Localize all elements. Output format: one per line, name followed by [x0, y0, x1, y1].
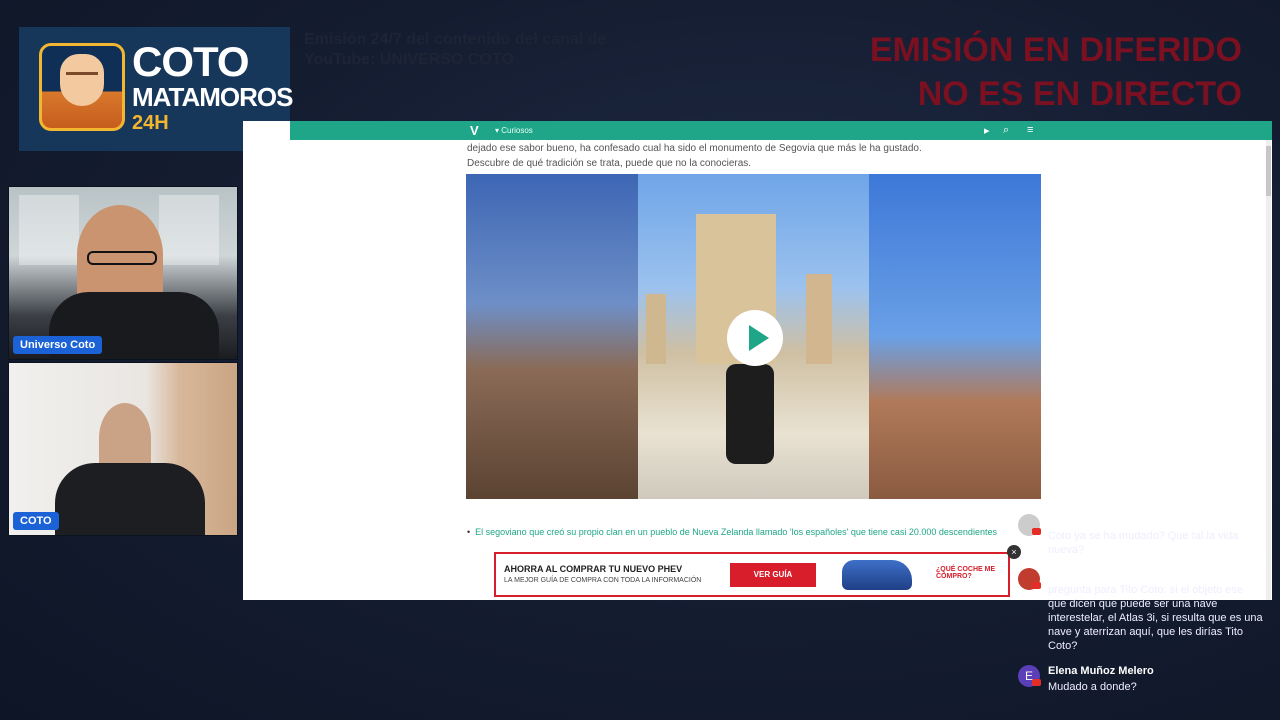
- site-logo[interactable]: V: [470, 123, 479, 138]
- chat-username: the_truth: [1048, 514, 1096, 526]
- cam-label-universo-coto: Universo Coto: [13, 336, 103, 354]
- replay-warning-line-2: NO ES EN DIRECTO: [917, 75, 1242, 113]
- site-navbar: V ▾ Curiosos ▸ ⌕ ≡: [290, 121, 1272, 140]
- notification-icon[interactable]: ▸: [984, 124, 990, 137]
- ad-close-button[interactable]: ×: [1007, 545, 1021, 559]
- video-right-panel: [869, 174, 1041, 499]
- webcam-universo-coto: Universo Coto: [8, 186, 238, 360]
- bullet-icon: •: [467, 527, 476, 537]
- chat-username: Ninja Kun: [1048, 568, 1100, 580]
- webcam-coto: COTO: [8, 362, 238, 536]
- page-scrollbar[interactable]: [1266, 140, 1271, 600]
- youtube-icon: [1032, 679, 1041, 686]
- logo-line-3: 24H: [132, 112, 169, 134]
- youtube-icon: [1032, 582, 1041, 589]
- search-icon[interactable]: ⌕: [1003, 124, 1009, 137]
- article-line-1: dejado ese sabor bueno, ha confesado cua…: [467, 143, 922, 154]
- ad-cta-button[interactable]: VER GUÍA: [730, 563, 816, 587]
- ad-headline: AHORRA AL COMPRAR TU NUEVO PHEV: [504, 564, 683, 574]
- article-line-2: Descubre de qué tradición se trata, pued…: [467, 158, 752, 169]
- section-menu[interactable]: ▾ Curiosos: [495, 126, 533, 135]
- monk-avatar-icon: [39, 43, 125, 131]
- ad-banner[interactable]: AHORRA AL COMPRAR TU NUEVO PHEV LA MEJOR…: [494, 552, 1010, 597]
- related-link-text[interactable]: El segoviano que creó su propio clan en …: [475, 527, 997, 537]
- video-player[interactable]: [466, 174, 1041, 499]
- menu-icon[interactable]: ≡: [1027, 124, 1033, 136]
- replay-warning: EMISIÓN EN DIFERIDO NO ES EN DIRECTO: [870, 28, 1242, 116]
- scrollbar-thumb[interactable]: [1266, 146, 1271, 196]
- car-image: [842, 560, 912, 590]
- play-icon: [749, 325, 769, 351]
- logo-line-1: COTO: [132, 38, 250, 85]
- ad-brand: ¿QUÉ COCHE ME COMPRO?: [936, 566, 996, 580]
- logo-line-2: MATAMOROS: [132, 82, 293, 112]
- chat-text: Mudado a donde?: [1048, 681, 1137, 693]
- related-link[interactable]: • El segoviano que creó su propio clan e…: [467, 525, 1027, 539]
- chat-text: Coto ya se ha mudado? Que tal la vida nu…: [1048, 530, 1239, 556]
- chat-username: Elena Muñoz Melero: [1048, 665, 1154, 677]
- youtube-icon: [1032, 528, 1041, 535]
- video-left-panel: [466, 174, 638, 499]
- cam-label-coto: COTO: [13, 512, 59, 530]
- stream-description: Emisión 24/7 del contenido del canal de …: [304, 31, 607, 68]
- ad-subline: LA MEJOR GUÍA DE COMPRA CON TODA LA INFO…: [504, 577, 702, 584]
- chat-text: pregunta para Tito Coto: si el objeto es…: [1048, 584, 1263, 652]
- article-text: dejado ese sabor bueno, ha confesado cua…: [467, 141, 1027, 171]
- play-button[interactable]: [727, 310, 783, 366]
- replay-warning-line-1: EMISIÓN EN DIFERIDO: [869, 31, 1242, 69]
